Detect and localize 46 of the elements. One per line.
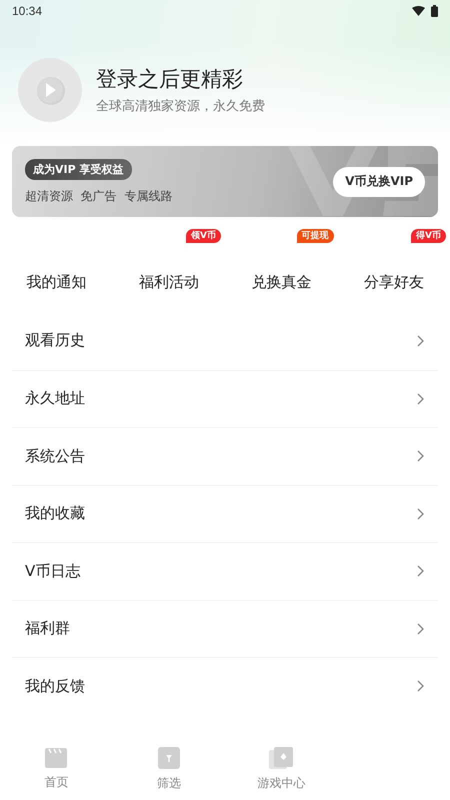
wifi-icon — [412, 6, 425, 16]
filter-icon — [158, 746, 180, 768]
chevron-icon — [417, 622, 424, 635]
tab-item[interactable]: 游戏中心 — [225, 738, 338, 800]
chevron-icon — [417, 334, 424, 347]
exchange-vip-button[interactable]: V币兑换VIP — [333, 166, 425, 196]
quick-action[interactable]: 兑换真金 — [251, 273, 312, 292]
menu-item[interactable]: 福利群 — [12, 600, 438, 657]
menu-label: 系统公告 — [25, 446, 85, 466]
login-subtitle: 全球高清独家资源，永久免费 — [96, 98, 265, 115]
chevron-icon — [417, 392, 424, 405]
menu-item[interactable]: 我的反馈 — [12, 657, 438, 714]
login-title[interactable]: 登录之后更精彩 — [96, 65, 265, 93]
chevron-icon — [417, 450, 424, 462]
tab-label: 筛选 — [156, 774, 181, 792]
quick-action[interactable]: 福利活动 — [138, 273, 199, 292]
tab-item[interactable]: 筛选 — [112, 738, 225, 800]
menu-label: 我的收藏 — [25, 504, 85, 524]
menu-item[interactable]: 系统公告 — [12, 427, 438, 484]
menu-item[interactable]: 永久地址 — [12, 370, 438, 427]
tab-label: 游戏中心 — [257, 774, 306, 792]
menu-label: 我的反馈 — [25, 676, 85, 696]
chevron-icon — [417, 680, 424, 692]
quick-action[interactable]: 分享好友 — [364, 273, 424, 292]
chevron-icon — [417, 565, 424, 578]
menu-label: 永久地址 — [25, 389, 85, 408]
tab-label: 首页 — [44, 774, 68, 790]
status-time: 10:34 — [12, 4, 42, 18]
vip-features: 超清资源 免广告 专属线路 — [25, 188, 172, 204]
reward-badge: 可提现 — [296, 229, 334, 243]
reward-badge: 得V币 — [411, 229, 446, 243]
menu-label: 观看历史 — [25, 331, 85, 350]
menu-item[interactable]: 观看历史 — [12, 312, 438, 370]
quick-action[interactable]: 我的通知 — [26, 273, 86, 292]
clapperboard-icon — [45, 748, 68, 768]
menu-item[interactable]: V币日志 — [12, 542, 438, 600]
menu-label: V币日志 — [25, 562, 80, 581]
battery-icon — [431, 5, 438, 17]
tab-item[interactable]: 首页 — [0, 738, 112, 800]
reward-badge: 领V币 — [186, 229, 221, 243]
menu-item[interactable]: 我的收藏 — [12, 484, 438, 542]
avatar-icon[interactable] — [18, 58, 82, 122]
chevron-icon — [417, 508, 424, 520]
menu-label: 福利群 — [25, 619, 70, 638]
vip-badge: 成为VIP 享受权益 — [25, 158, 132, 180]
cards-icon — [269, 746, 294, 768]
